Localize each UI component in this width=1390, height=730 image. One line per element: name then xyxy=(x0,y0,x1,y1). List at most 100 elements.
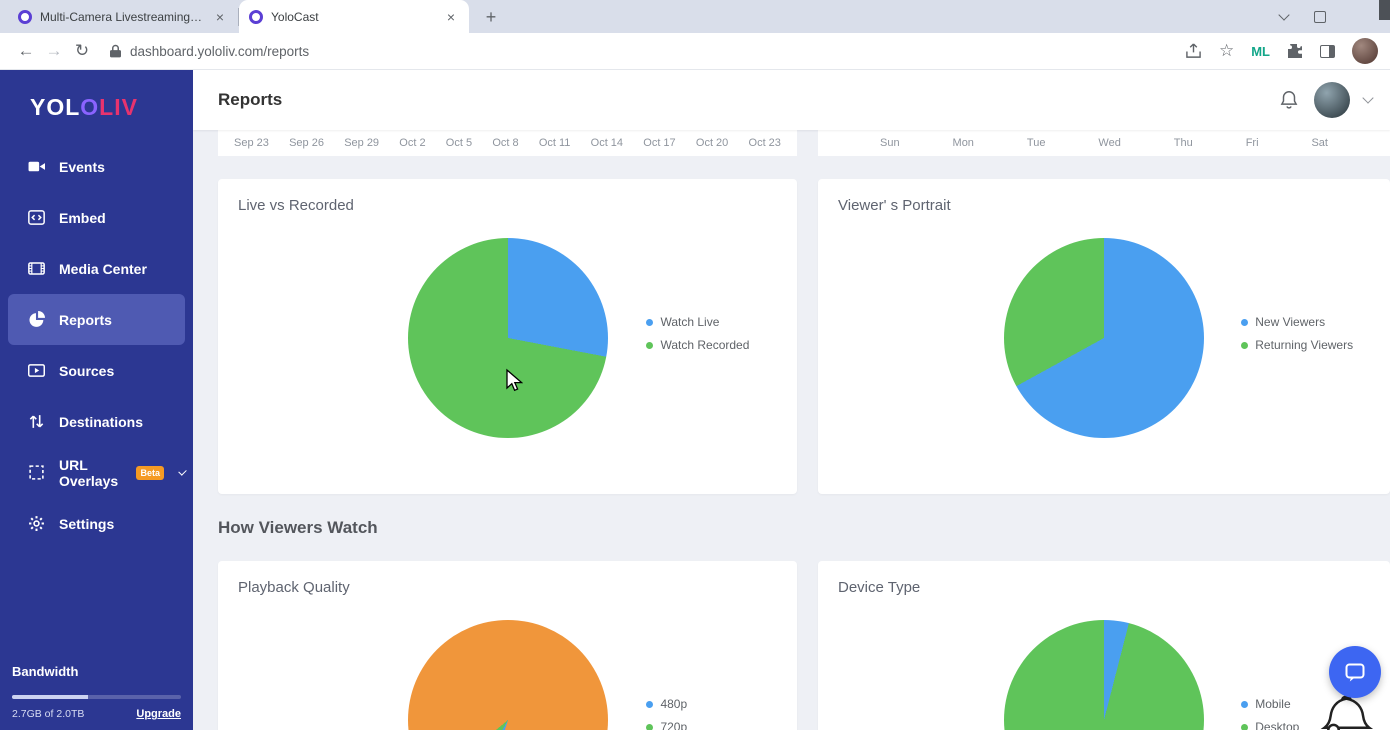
axis-label: Sun xyxy=(880,137,900,149)
sidebar-item-embed[interactable]: Embed xyxy=(8,192,185,243)
legend-item[interactable]: 720p xyxy=(646,720,687,730)
bandwidth-title: Bandwidth xyxy=(12,664,79,679)
chart-title: Device Type xyxy=(838,579,921,596)
user-avatar[interactable] xyxy=(1314,82,1350,118)
bandwidth-usage: 2.7GB of 2.0TB xyxy=(12,708,85,720)
chart-legend: 480p 720p xyxy=(646,697,687,730)
lock-icon xyxy=(110,44,121,58)
notification-bell-icon[interactable] xyxy=(1278,89,1300,111)
browser-tab-2-active[interactable]: YoloCast × xyxy=(239,0,469,33)
legend-dot xyxy=(646,700,654,708)
axis-label: Sep 23 xyxy=(234,137,269,149)
sidebar-item-label: Events xyxy=(59,158,105,175)
axis-label: Oct 8 xyxy=(492,137,519,149)
side-panel-icon[interactable] xyxy=(1320,44,1335,58)
upgrade-link[interactable]: Upgrade xyxy=(136,708,181,720)
sidebar-item-label: Sources xyxy=(59,362,115,379)
share-icon[interactable] xyxy=(1185,43,1202,59)
sidebar-item-sources[interactable]: Sources xyxy=(8,345,185,396)
window-corner-block xyxy=(1379,0,1390,20)
legend-item[interactable]: New Viewers xyxy=(1241,315,1353,329)
legend-dot xyxy=(1241,700,1249,708)
yololiv-logo[interactable]: YOLOLIV xyxy=(0,70,193,137)
chart-card-viewers-portrait: Viewer' s Portrait New Viewers Returning… xyxy=(818,179,1390,494)
sidebar-item-url-overlays[interactable]: URL Overlays Beta xyxy=(8,447,187,498)
legend-item[interactable]: Desktop xyxy=(1241,720,1299,730)
chart-card-playback-quality: Playback Quality 480p 720p xyxy=(218,561,797,730)
page-title: Reports xyxy=(218,90,283,109)
beta-badge: Beta xyxy=(136,465,164,480)
playback-quality-pie xyxy=(407,620,608,730)
sidebar-item-label: Settings xyxy=(59,515,115,532)
forward-icon[interactable]: → xyxy=(40,37,68,65)
legend-dot xyxy=(1241,318,1249,326)
axis-label: Mon xyxy=(952,137,974,149)
axis-label: Oct 5 xyxy=(445,137,473,149)
chart-card-device-type: Device Type Mobile Desktop xyxy=(818,561,1390,730)
account-chevron-icon[interactable] xyxy=(1362,92,1374,104)
ml-extension-icon[interactable]: ML xyxy=(1251,44,1270,59)
legend-item[interactable]: 480p xyxy=(646,697,687,711)
bandwidth-widget: Bandwidth 2.7GB of 2.0TB Upgrade xyxy=(0,664,193,720)
sidebar-menu: Events Embed Media Center Reports Source… xyxy=(0,137,193,549)
legend-item[interactable]: Watch Live xyxy=(646,315,749,329)
axis-label: Wed xyxy=(1098,137,1121,149)
device-type-pie xyxy=(1004,620,1204,730)
browser-profile-avatar[interactable] xyxy=(1352,38,1378,64)
bell-illustration xyxy=(1310,692,1378,730)
axis-label: Fri xyxy=(1245,137,1259,149)
extensions-puzzle-icon[interactable] xyxy=(1287,43,1303,59)
tab-close-icon[interactable]: × xyxy=(443,8,459,26)
chevron-down-icon[interactable] xyxy=(178,466,187,476)
pie-chart-icon xyxy=(28,311,45,328)
browser-tab-1[interactable]: Multi-Camera Livestreaming Ma × xyxy=(8,0,238,33)
legend-item[interactable]: Watch Recorded xyxy=(646,338,749,352)
reload-icon[interactable]: ↻ xyxy=(68,37,96,65)
sidebar-item-label: Media Center xyxy=(59,260,147,277)
axis-label: Oct 23 xyxy=(748,137,781,149)
bookmark-star-icon[interactable]: ☆ xyxy=(1219,41,1234,61)
legend-dot xyxy=(646,318,654,326)
sidebar-item-events[interactable]: Events xyxy=(8,141,185,192)
section-title-how-viewers-watch: How Viewers Watch xyxy=(218,518,378,537)
axis-label: Oct 2 xyxy=(399,137,426,149)
browser-tab-strip: Multi-Camera Livestreaming Ma × YoloCast… xyxy=(0,0,1390,33)
sidebar-item-reports[interactable]: Reports xyxy=(8,294,185,345)
axis-label: Thu xyxy=(1173,137,1193,149)
tab-title: Multi-Camera Livestreaming Ma xyxy=(40,9,204,24)
chat-fab-button[interactable] xyxy=(1329,646,1381,698)
url-omnibox[interactable]: dashboard.yololiv.com/reports xyxy=(110,44,1185,59)
sidebar-item-settings[interactable]: Settings xyxy=(8,498,185,549)
legend-item[interactable]: Mobile xyxy=(1241,697,1299,711)
tab-favicon xyxy=(18,9,32,24)
back-icon[interactable]: ← xyxy=(12,37,40,65)
date-axis-strip: Sep 23 Sep 26 Sep 29 Oct 2 Oct 5 Oct 8 O… xyxy=(218,130,797,156)
sidebar-item-label: Destinations xyxy=(59,413,144,430)
film-strip-icon xyxy=(28,260,45,277)
weekday-axis-strip: Sun Mon Tue Wed Thu Fri Sat xyxy=(818,130,1390,156)
chart-title: Viewer' s Portrait xyxy=(838,197,951,214)
video-camera-icon xyxy=(28,158,45,175)
bandwidth-progress-bar xyxy=(12,695,181,699)
chart-title: Playback Quality xyxy=(238,579,350,596)
axis-label: Oct 20 xyxy=(695,137,729,149)
new-tab-button[interactable]: + xyxy=(479,5,503,29)
sidebar-item-label: Reports xyxy=(59,311,112,328)
axis-label: Oct 11 xyxy=(538,137,571,149)
sidebar-item-label: Embed xyxy=(59,209,106,226)
legend-item[interactable]: Returning Viewers xyxy=(1241,338,1353,352)
legend-dot xyxy=(1241,723,1249,730)
axis-label: Oct 17 xyxy=(643,137,676,149)
tab-close-icon[interactable]: × xyxy=(212,8,228,26)
sidebar-item-media-center[interactable]: Media Center xyxy=(8,243,185,294)
sidebar-item-destinations[interactable]: Destinations xyxy=(8,396,185,447)
chart-card-live-vs-recorded: Live vs Recorded Watch Live Watch Record… xyxy=(218,179,797,494)
tab-title: YoloCast xyxy=(271,9,319,24)
window-restore-icon[interactable] xyxy=(1314,10,1326,23)
chart-title: Live vs Recorded xyxy=(238,197,354,214)
axis-label: Oct 14 xyxy=(590,137,624,149)
axis-label: Sat xyxy=(1311,137,1328,149)
tabs-dropdown-chevron-icon[interactable] xyxy=(1278,8,1290,21)
url-text: dashboard.yololiv.com/reports xyxy=(130,43,310,59)
legend-dot xyxy=(646,341,654,349)
